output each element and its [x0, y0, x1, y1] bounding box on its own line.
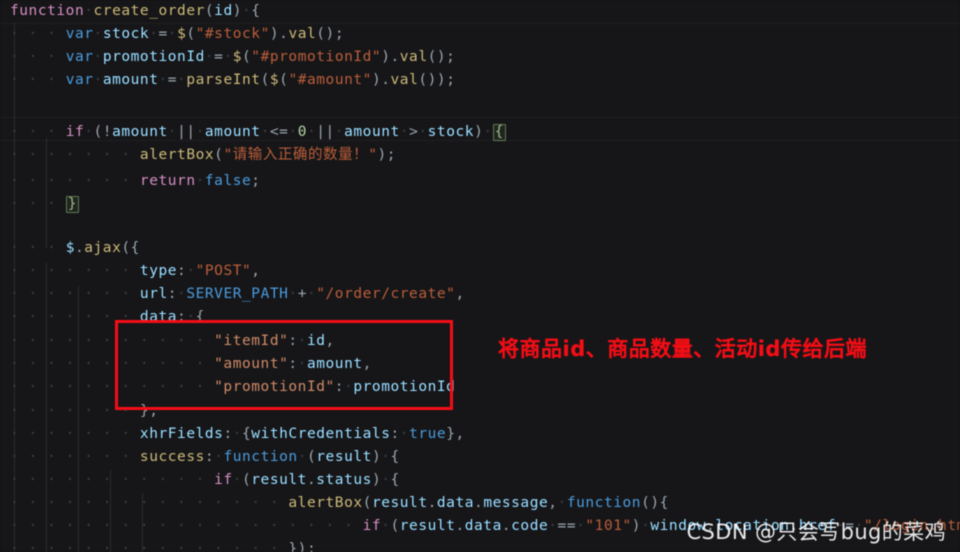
code-line: · · · · · · · · · · · "amount":·amount,: [10, 356, 372, 372]
code-text-area[interactable]: function·create_order(id)·{ · · · var·st…: [0, 0, 960, 552]
code-line: · · · · · · · xhrFields:·{withCredential…: [10, 426, 465, 442]
code-line: · · · · · · · url:·SERVER_PATH·+·"/order…: [10, 286, 465, 302]
code-line: · · · · · · · · · · · "itemId":·id,: [10, 333, 335, 349]
annotation-label: 将商品id、商品数量、活动id传给后端: [498, 337, 867, 361]
code-editor-screenshot: function·create_order(id)·{ · · · var·st…: [0, 0, 960, 552]
code-line: function·create_order(id)·{: [10, 3, 261, 19]
code-line: · · · · · · · · · · · · · · · });: [10, 541, 317, 552]
code-line: · · · · · · · return·false;: [10, 173, 261, 189]
code-line: · · · $.ajax({: [10, 240, 140, 256]
code-line: · · · · · · · },: [10, 403, 159, 419]
code-line: · · · var·stock·=·$("#stock").val();: [10, 26, 345, 42]
code-line: · · · · · · · · · · · if·(result.status)…: [10, 472, 400, 488]
code-line: · · · · · · · data:·{: [10, 309, 205, 325]
code-line: · · · var·amount·=·parseInt($("#amount")…: [10, 72, 456, 88]
code-line: · · · · · · · alertBox("请输入正确的数量！");: [10, 147, 397, 163]
code-line: · · · · · · · success:·function·(result)…: [10, 449, 400, 465]
csdn-watermark: CSDN @只会写bug的菜鸡: [686, 520, 946, 544]
code-line: · · · · · · · · · · · "promotionId":·pro…: [10, 379, 456, 395]
code-line: · · · if·(!amount·||·amount·<=·0·||·amou…: [10, 124, 506, 141]
code-line: · · · }: [10, 196, 79, 213]
code-line: · · · · · · · · · · · · · · · alertBox(r…: [10, 495, 669, 511]
code-line: · · · · · · · type:·"POST",: [10, 263, 261, 279]
code-line: · · · var·promotionId·=·$("#promotionId"…: [10, 49, 456, 65]
